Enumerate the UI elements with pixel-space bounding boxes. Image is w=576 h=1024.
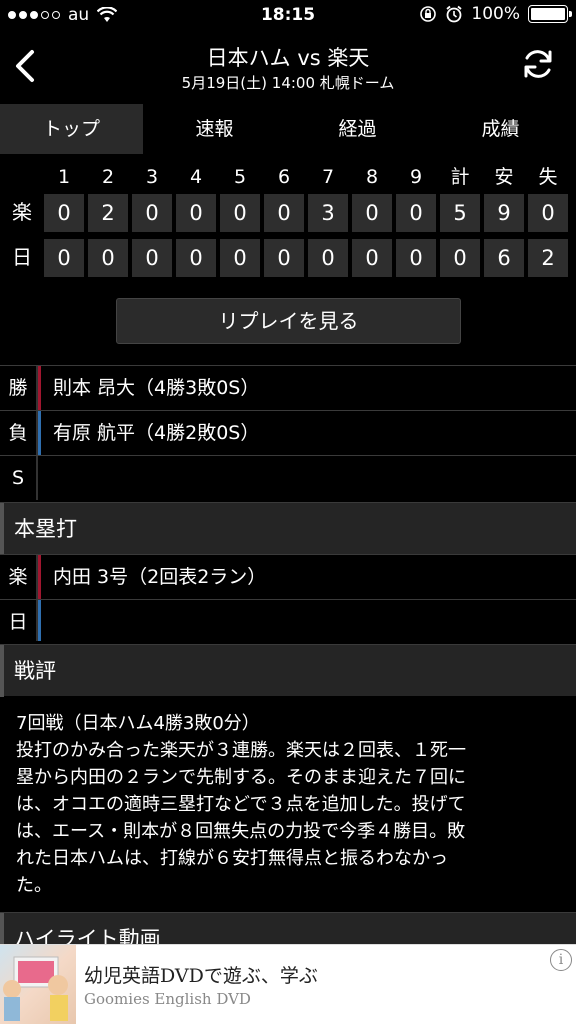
score-cell: 0: [396, 239, 436, 277]
game-review: 戦評 7回戦（日本ハム4勝3敗0分） 投打のかみ合った楽天が３連勝。楽天は２回表…: [0, 644, 576, 899]
review-line: は、エース・則本が８回無失点の力投で今季４勝目。敗: [16, 821, 466, 842]
score-cell: 3: [308, 194, 348, 232]
inning-header: 1: [57, 166, 71, 188]
total-runs-cell: 5: [440, 194, 480, 232]
inning-header: 7: [321, 166, 335, 188]
errors-cell: 2: [528, 239, 568, 277]
battery-percent: 100%: [471, 4, 520, 24]
score-cell: 0: [176, 194, 216, 232]
hits-cell: 6: [484, 239, 524, 277]
ad-title[interactable]: 幼児英語DVDで遊ぶ、学ぶ: [84, 961, 318, 988]
review-line: 塁から内田の２ランで先制する。そのまま迎えた７回に: [16, 767, 466, 788]
ad-subtitle[interactable]: Goomies English DVD: [84, 990, 251, 1008]
errors-cell: 0: [528, 194, 568, 232]
page-title: 日本ハム vs 楽天: [206, 46, 370, 70]
hits-header: 安: [494, 166, 514, 188]
orientation-lock-icon: [420, 6, 437, 22]
game-info: 5月19日(土) 14:00 札幌ドーム: [181, 74, 395, 92]
homerun-row-away: 楽 内田 3号（2回表2ラン）: [0, 554, 576, 599]
score-cell: 0: [44, 239, 84, 277]
tab-stats[interactable]: 成績: [429, 104, 572, 154]
score-cell: 0: [132, 239, 172, 277]
alarm-icon: [446, 5, 462, 23]
score-cell: 2: [88, 194, 128, 232]
inning-header: 9: [409, 166, 423, 188]
status-right: 100%: [419, 4, 572, 24]
inning-header: 6: [277, 166, 291, 188]
homerun-entry[interactable]: 内田 3号（2回表2ラン）: [41, 555, 266, 599]
win-label: 勝: [0, 366, 38, 410]
score-cell: 0: [44, 194, 84, 232]
score-cell: 0: [88, 239, 128, 277]
total-runs-cell: 0: [440, 239, 480, 277]
score-cell: 0: [264, 194, 304, 232]
inning-header: 4: [189, 166, 203, 188]
score-cell: 0: [220, 239, 260, 277]
losing-pitcher-row: 負 有原 航平（4勝2敗0S）: [0, 410, 576, 455]
save-pitcher: [41, 456, 53, 500]
total-runs-header: 計: [450, 166, 470, 188]
review-line: 7回戦（日本ハム4勝3敗0分）: [16, 713, 260, 734]
team-label: 日: [0, 600, 38, 641]
tab-top[interactable]: トップ: [0, 104, 143, 154]
inning-header: 3: [145, 166, 159, 188]
score-cell: 0: [396, 194, 436, 232]
scoreboard: 1 2 3 4 5 6 7 8 9 計 安 失 楽 0 2 0 0 0 0 3 …: [0, 160, 576, 284]
review-header: 戦評: [0, 644, 576, 697]
ad-info-icon[interactable]: i: [550, 949, 572, 971]
review-line: た。: [16, 875, 52, 896]
scoreboard-row-home: 日 0 0 0 0 0 0 0 0 0 0 6 2: [0, 239, 576, 283]
tab-live[interactable]: 速報: [143, 104, 286, 154]
pitcher-results: 勝 則本 昂大（4勝3敗0S） 負 有原 航平（4勝2敗0S） S: [0, 365, 576, 500]
team-label: 日: [12, 245, 32, 269]
review-line: は、オコエの適時三塁打などで３点を追加した。投げて: [16, 794, 466, 815]
score-cell: 0: [308, 239, 348, 277]
winning-pitcher[interactable]: 則本 昂大（4勝3敗0S）: [41, 366, 259, 410]
homerun-section: 本塁打 楽 内田 3号（2回表2ラン） 日: [0, 502, 576, 641]
save-label: S: [0, 456, 38, 500]
hits-cell: 9: [484, 194, 524, 232]
save-pitcher-row: S: [0, 455, 576, 500]
score-cell: 0: [264, 239, 304, 277]
scoreboard-row-away: 楽 0 2 0 0 0 0 3 0 0 5 9 0: [0, 194, 576, 238]
tab-bar: トップ 速報 経過 成績: [0, 104, 576, 154]
header: 日本ハム vs 楽天 5月19日(土) 14:00 札幌ドーム: [0, 32, 576, 102]
winning-pitcher-row: 勝 則本 昂大（4勝3敗0S）: [0, 365, 576, 410]
loss-label: 負: [0, 411, 38, 455]
inning-header: 2: [101, 166, 115, 188]
ad-image[interactable]: [0, 945, 76, 1024]
team-label: 楽: [0, 555, 38, 599]
battery-icon: [528, 5, 572, 23]
losing-pitcher[interactable]: 有原 航平（4勝2敗0S）: [41, 411, 259, 455]
ad-banner[interactable]: 幼児英語DVDで遊ぶ、学ぶ Goomies English DVD i: [0, 944, 576, 1024]
tab-progress[interactable]: 経過: [286, 104, 429, 154]
score-cell: 0: [352, 194, 392, 232]
review-text: 7回戦（日本ハム4勝3敗0分） 投打のかみ合った楽天が３連勝。楽天は２回表、１死…: [0, 696, 576, 899]
status-bar: au 18:15 100%: [0, 0, 576, 32]
score-cell: 0: [352, 239, 392, 277]
homerun-row-home: 日: [0, 599, 576, 641]
homerun-header: 本塁打: [0, 502, 576, 555]
score-cell: 0: [132, 194, 172, 232]
score-cell: 0: [220, 194, 260, 232]
score-cell: 0: [176, 239, 216, 277]
replay-button[interactable]: リプレイを見る: [116, 298, 461, 344]
team-label: 楽: [12, 200, 32, 224]
scoreboard-header: 1 2 3 4 5 6 7 8 9 計 安 失: [0, 160, 576, 194]
refresh-icon[interactable]: [520, 46, 556, 82]
errors-header: 失: [538, 166, 558, 188]
homerun-entry: [41, 600, 53, 641]
inning-header: 8: [365, 166, 379, 188]
review-line: れた日本ハムは、打線が６安打無得点と振るわなかっ: [16, 848, 448, 869]
inning-header: 5: [233, 166, 247, 188]
review-line: 投打のかみ合った楽天が３連勝。楽天は２回表、１死一: [16, 740, 466, 761]
